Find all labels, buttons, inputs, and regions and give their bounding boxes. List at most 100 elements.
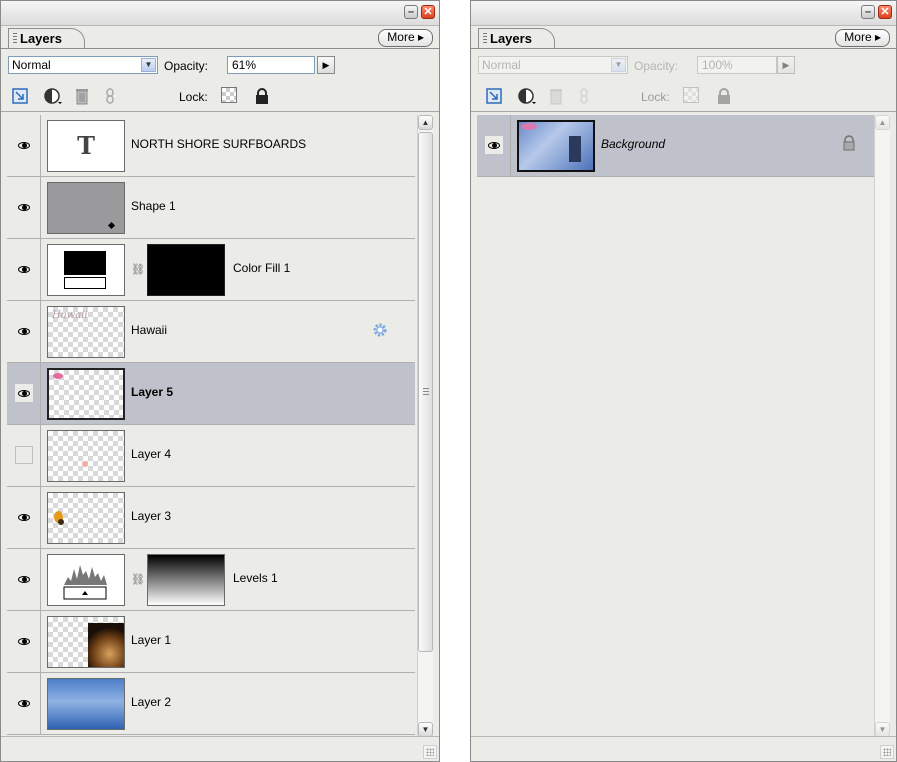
adjustment-layer-icon[interactable] <box>517 87 536 105</box>
slider-icon <box>64 277 106 289</box>
eye-icon[interactable] <box>15 570 33 588</box>
wave-image-thumbnail <box>47 678 125 730</box>
eye-icon[interactable] <box>15 136 33 154</box>
visibility-cell[interactable] <box>7 549 41 610</box>
flower-mark <box>53 373 63 379</box>
chevron-down-icon[interactable]: ▼ <box>141 58 156 72</box>
minimize-button[interactable]: – <box>404 5 418 19</box>
padlock-icon <box>715 87 733 105</box>
lock-transparency-checkbox[interactable] <box>221 87 237 103</box>
close-button[interactable]: ✕ <box>878 5 892 19</box>
visibility-cell[interactable] <box>7 611 41 672</box>
layer-mask-thumbnail[interactable] <box>147 554 225 606</box>
vertical-scrollbar[interactable]: ▲ ▼ <box>417 115 433 737</box>
blend-mode-value: Normal <box>482 58 521 72</box>
flower-mark <box>521 123 537 130</box>
padlock-icon <box>841 135 857 154</box>
visibility-cell[interactable] <box>7 673 41 734</box>
layer-row[interactable]: Layer 1 <box>7 611 415 673</box>
more-button[interactable]: More ▸ <box>378 29 433 47</box>
panel-tab-row: Layers More ▸ <box>1 26 439 49</box>
link-icon[interactable]: ⛓ <box>131 263 145 276</box>
more-label: More <box>844 30 872 44</box>
layer-row[interactable]: T NORTH SHORE SURFBOARDS <box>7 115 415 177</box>
scroll-down-button[interactable]: ▼ <box>875 722 890 737</box>
tab-label: Layers <box>490 31 532 46</box>
layer-mask-thumbnail[interactable] <box>147 244 225 296</box>
levels-adjustment-thumbnail <box>47 554 125 606</box>
scroll-up-button[interactable]: ▲ <box>418 115 433 130</box>
vector-mask-icon <box>107 221 116 230</box>
layer-row[interactable]: Layer 2 <box>7 673 415 735</box>
resize-grip-icon[interactable] <box>880 745 894 759</box>
shape-layer-thumbnail <box>47 182 125 234</box>
panel-titlebar[interactable]: – ✕ <box>1 1 439 26</box>
gear-icon[interactable] <box>371 321 389 342</box>
padlock-icon[interactable] <box>253 87 271 105</box>
minimize-button[interactable]: – <box>861 5 875 19</box>
text-layer-thumbnail: T <box>47 120 125 172</box>
visibility-cell[interactable] <box>7 301 41 362</box>
new-layer-icon[interactable] <box>11 87 29 105</box>
visibility-cell[interactable] <box>7 115 41 176</box>
layer-name: Color Fill 1 <box>233 261 291 275</box>
layer-list: Background <box>477 115 875 737</box>
scroll-up-button[interactable]: ▲ <box>875 115 890 130</box>
layer-name: Hawaii <box>131 323 168 337</box>
vertical-scrollbar[interactable]: ▲ ▼ <box>874 115 890 737</box>
visibility-cell[interactable] <box>7 487 41 548</box>
eye-icon[interactable] <box>15 322 33 340</box>
scroll-thumb[interactable] <box>418 132 433 652</box>
scroll-down-button[interactable]: ▼ <box>418 722 433 737</box>
options-row: Normal ▼ Opacity: 100% ▶ <box>471 51 896 79</box>
layer-row[interactable]: ⛓ Color Fill 1 <box>7 239 415 301</box>
opacity-label: Opacity: <box>634 59 679 73</box>
eye-icon[interactable] <box>15 632 33 650</box>
close-button[interactable]: ✕ <box>421 5 435 19</box>
trash-icon <box>547 87 565 105</box>
trash-icon[interactable] <box>73 87 91 105</box>
link-icon[interactable]: ⛓ <box>131 573 145 586</box>
layer-row[interactable]: ⛓ Levels 1 <box>7 549 415 611</box>
layer-row[interactable]: Layer 4 <box>7 425 415 487</box>
palm-tree-image <box>569 136 581 162</box>
visibility-cell[interactable] <box>7 363 41 424</box>
eye-icon[interactable] <box>15 694 33 712</box>
panel-titlebar[interactable]: – ✕ <box>471 1 896 26</box>
visibility-cell[interactable] <box>7 239 41 300</box>
panel-tab-row: Layers More ▸ <box>471 26 896 49</box>
eye-icon[interactable] <box>15 384 33 402</box>
new-layer-icon[interactable] <box>485 87 503 105</box>
eye-icon[interactable] <box>15 508 33 526</box>
resize-grip-icon[interactable] <box>423 745 437 759</box>
visibility-cell[interactable] <box>7 177 41 238</box>
eye-icon[interactable] <box>485 136 503 154</box>
grip-icon <box>423 388 429 396</box>
palm-tree-image <box>88 623 124 667</box>
tab-layers[interactable]: Layers <box>8 28 85 48</box>
blend-mode-select[interactable]: Normal ▼ <box>8 56 158 74</box>
layer-thumbnail <box>47 616 125 668</box>
visibility-cell[interactable] <box>477 115 511 176</box>
visibility-cell[interactable] <box>7 425 41 486</box>
eye-icon[interactable] <box>15 198 33 216</box>
blend-mode-value: Normal <box>12 58 51 72</box>
layer-row[interactable]: Layer 3 <box>7 487 415 549</box>
layer-tool-row: Lock: <box>471 81 896 112</box>
opacity-input[interactable]: 61% <box>227 56 315 74</box>
layer-row[interactable]: Background <box>477 115 875 177</box>
layers-panel-left: – ✕ Layers More ▸ Normal ▼ Opacity: 61% … <box>0 0 440 762</box>
play-arrow-icon: ▸ <box>874 30 881 44</box>
layer-row[interactable]: Layer 5 <box>7 363 415 425</box>
more-button[interactable]: More ▸ <box>835 29 890 47</box>
opacity-slider-button[interactable]: ▶ <box>317 56 335 74</box>
layer-row[interactable]: Shape 1 <box>7 177 415 239</box>
link-icon[interactable] <box>101 87 119 105</box>
eye-hidden-box[interactable] <box>15 446 33 464</box>
layer-tool-row: Lock: <box>1 81 439 112</box>
panel-status-bar <box>471 736 896 761</box>
tab-layers[interactable]: Layers <box>478 28 555 48</box>
eye-icon[interactable] <box>15 260 33 278</box>
adjustment-layer-icon[interactable] <box>43 87 62 105</box>
layer-row[interactable]: Hawaii Hawaii <box>7 301 415 363</box>
